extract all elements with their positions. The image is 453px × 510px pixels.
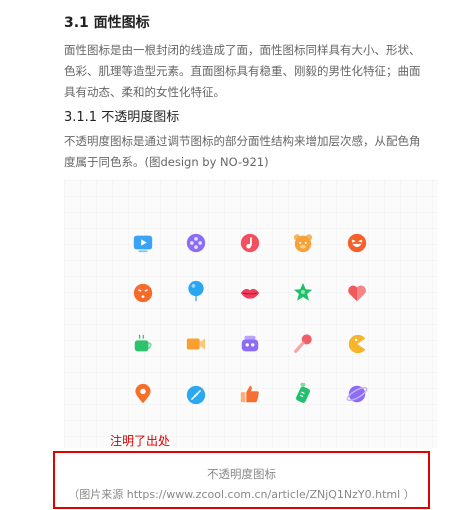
tea-cup-icon	[134, 334, 152, 352]
source-annotation: 注明了出处	[110, 434, 171, 448]
video-play-icon	[133, 235, 153, 253]
thumbs-up-icon	[240, 385, 259, 403]
subsection-paragraph: 不透明度图标是通过调节图标的部分面性结构来增加层次感，从配色角 度属于同色系。(…	[64, 131, 444, 173]
lips-icon	[240, 288, 260, 299]
paragraph-line: 具有动态、柔和的女性化特征。	[64, 85, 225, 99]
section-paragraph: 面性图标是由一根封闭的线造成了面，面性图标同样具有大小、形状、 色彩、肌理等造型…	[64, 40, 444, 103]
planet-icon	[346, 385, 368, 403]
star-icon	[293, 282, 313, 301]
paragraph-line: 面性图标是由一根封闭的线造成了面，面性图标同样具有大小、形状、	[64, 43, 421, 57]
paragraph-line: 不透明度图标是通过调节图标的部分面性结构来增加层次感，从配色角	[64, 134, 421, 148]
paragraph-line: 色彩、肌理等造型元素。直面图标具有稳重、刚毅的男性化特征；曲面	[64, 64, 421, 78]
section-heading: 3.1 面性图标	[64, 15, 150, 31]
heart-icon	[348, 285, 366, 302]
caption-title: 不透明度图标	[207, 467, 276, 481]
baby-bottle-icon	[296, 382, 310, 403]
microphone-icon	[294, 334, 312, 353]
balloon-icon	[188, 280, 204, 302]
robot-icon	[241, 335, 259, 352]
video-camera-icon	[186, 338, 206, 350]
bear-face-icon	[293, 234, 313, 253]
paragraph-line: 度属于同色系。(图design by NO-921)	[64, 155, 269, 169]
icon-showcase-image	[64, 180, 438, 448]
laughing-face-icon	[347, 233, 367, 253]
rugby-ball-icon	[186, 385, 206, 405]
music-note-icon	[240, 233, 260, 253]
caption-box: 不透明度图标 （图片来源 https://www.zcool.com.cn/ar…	[53, 451, 430, 509]
caption-source-link[interactable]: （图片来源 https://www.zcool.com.cn/article/Z…	[55, 486, 428, 502]
subsection-heading: 3.1.1 不透明度图标	[64, 110, 180, 125]
pacman-icon	[348, 334, 366, 354]
location-pin-icon	[135, 383, 151, 404]
film-reel-icon	[186, 233, 206, 253]
angry-face-icon	[133, 283, 153, 303]
